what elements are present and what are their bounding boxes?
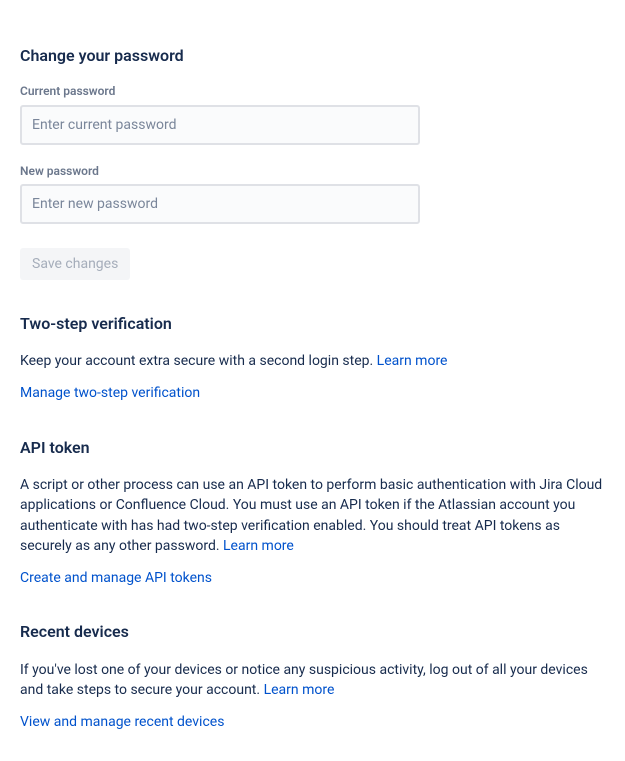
new-password-input[interactable]	[20, 184, 420, 224]
two-step-description: Keep your account extra secure with a se…	[20, 351, 605, 371]
current-password-input[interactable]	[20, 105, 420, 145]
recent-devices-description: If you've lost one of your devices or no…	[20, 660, 605, 701]
devices-learn-more-link[interactable]: Learn more	[264, 682, 335, 698]
two-step-description-text: Keep your account extra secure with a se…	[20, 353, 377, 369]
two-step-learn-more-link[interactable]: Learn more	[377, 353, 448, 369]
save-changes-button[interactable]: Save changes	[20, 248, 130, 280]
api-token-description: A script or other process can use an API…	[20, 475, 605, 556]
api-token-description-text: A script or other process can use an API…	[20, 477, 602, 554]
api-token-heading: API token	[20, 436, 605, 459]
manage-api-tokens-link[interactable]: Create and manage API tokens	[20, 568, 212, 588]
new-password-group: New password	[20, 163, 605, 224]
current-password-group: Current password	[20, 83, 605, 144]
new-password-label: New password	[20, 163, 605, 180]
manage-devices-link[interactable]: View and manage recent devices	[20, 712, 224, 732]
change-password-heading: Change your password	[20, 44, 605, 67]
two-step-heading: Two-step verification	[20, 312, 605, 335]
manage-two-step-link[interactable]: Manage two-step verification	[20, 383, 200, 403]
recent-devices-heading: Recent devices	[20, 620, 605, 643]
api-learn-more-link[interactable]: Learn more	[223, 538, 294, 554]
current-password-label: Current password	[20, 83, 605, 100]
